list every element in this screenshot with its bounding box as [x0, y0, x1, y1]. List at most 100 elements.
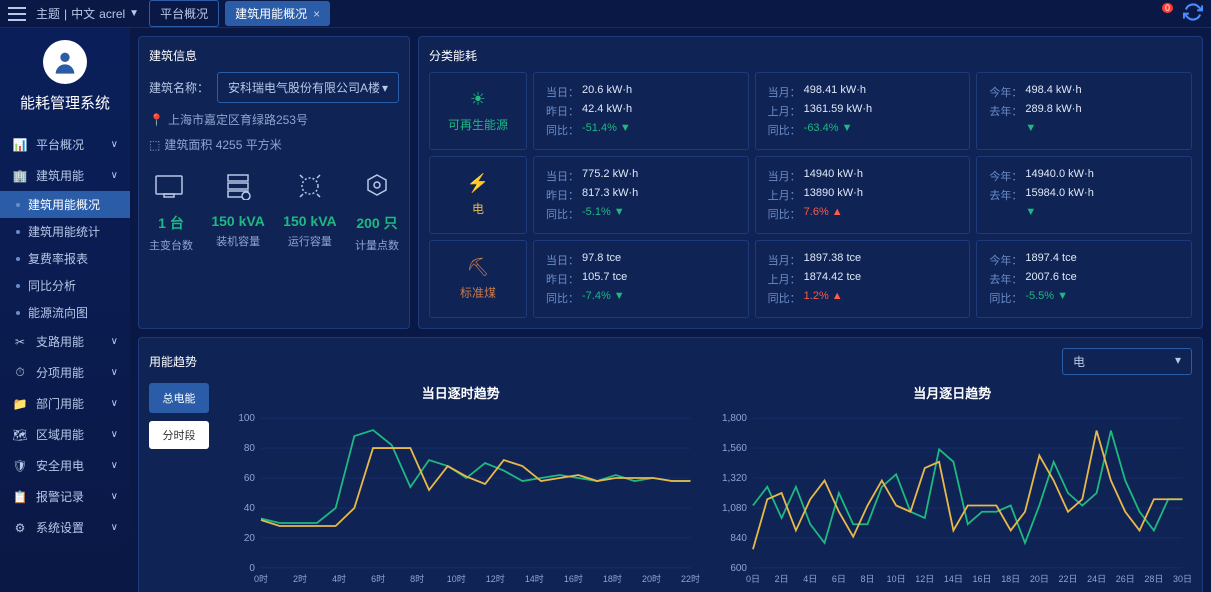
svg-text:6时: 6时: [371, 573, 385, 584]
svg-text:0日: 0日: [745, 574, 759, 584]
svg-text:40: 40: [244, 503, 256, 514]
svg-text:10日: 10日: [886, 574, 905, 584]
trend-title: 用能趋势: [149, 353, 197, 370]
nav-item-2[interactable]: ✂支路用能∨: [0, 326, 130, 357]
coal-icon: ⛏: [467, 257, 490, 278]
energy-card-2-0: 当日：97.8 tce 昨日：105.7 tce 同比：-7.4% ▼: [533, 240, 749, 318]
nav-sub-1-2[interactable]: 复费率报表: [0, 245, 130, 272]
nav-item-0[interactable]: 📊平台概况∨: [0, 129, 130, 160]
nav-item-8[interactable]: ⚙系统设置∨: [0, 512, 130, 543]
energy-card-1-2: 今年：14940.0 kW·h 去年：15984.0 kW·h ▼: [976, 156, 1192, 234]
stat-2: 150 kVA运行容量: [283, 169, 336, 253]
svg-text:12日: 12日: [915, 574, 934, 584]
svg-text:16日: 16日: [972, 574, 991, 584]
chevron-down-icon: ▾: [1175, 353, 1181, 370]
svg-text:1,560: 1,560: [722, 443, 747, 454]
svg-text:2时: 2时: [293, 573, 307, 584]
trend-btn-1[interactable]: 分时段: [149, 421, 209, 449]
nav-item-7[interactable]: 📋报警记录∨: [0, 481, 130, 512]
tab-building-energy[interactable]: 建筑用能概况×: [225, 1, 330, 26]
nav-icon: 📋: [12, 490, 28, 504]
chevron-icon: ∨: [111, 398, 118, 409]
nav-icon: 📁: [12, 397, 28, 411]
nav-item-6[interactable]: 🛡安全用电∨: [0, 450, 130, 481]
renewable-icon: ☀: [470, 89, 486, 110]
stat-3: 200 只计量点数: [355, 169, 399, 253]
nav-sub-1-0[interactable]: 建筑用能概况: [0, 191, 130, 218]
separator: |: [64, 7, 67, 21]
svg-text:10时: 10时: [447, 573, 466, 584]
left-chart-title: 当日逐时趋势: [221, 383, 701, 402]
refresh-icon[interactable]: [1183, 2, 1203, 25]
nav-item-1[interactable]: 🏢建筑用能∨: [0, 160, 130, 191]
stat-icon: [211, 169, 264, 203]
user-label[interactable]: acrel: [99, 7, 125, 21]
svg-text:0: 0: [249, 563, 255, 574]
building-address: 📍上海市嘉定区育绿路253号: [149, 111, 399, 128]
chevron-icon: ∨: [111, 367, 118, 378]
stat-icon: [355, 169, 399, 203]
tab-platform-overview[interactable]: 平台概况: [149, 0, 219, 27]
svg-text:80: 80: [244, 443, 256, 454]
svg-text:4日: 4日: [803, 574, 817, 584]
energy-card-2-2: 今年：1897.4 tce 去年：2007.6 tce 同比：-5.5% ▼: [976, 240, 1192, 318]
chevron-icon: ∨: [111, 139, 118, 150]
nav-icon: ⏱: [12, 365, 28, 380]
lang-label[interactable]: 中文: [71, 5, 95, 22]
user-caret-icon[interactable]: ▼: [129, 8, 139, 19]
electric-icon: ⚡: [467, 173, 489, 194]
energy-card-0-1: 当月：498.41 kW·h 上月：1361.59 kW·h 同比：-63.4%…: [755, 72, 971, 150]
energy-panel: 分类能耗 ☀可再生能源当日：20.6 kW·h 昨日：42.4 kW·h 同比：…: [418, 36, 1203, 329]
trend-panel: 用能趋势 电 ▾ 总电能分时段 当日逐时趋势 0204060801000时2时4…: [138, 337, 1203, 592]
nav-item-5[interactable]: 🗺区域用能∨: [0, 419, 130, 450]
building-select[interactable]: 安科瑞电气股份有限公司A楼 ▾: [217, 72, 399, 103]
energy-card-1-1: 当月：14940 kW·h 上月：13890 kW·h 同比：7.6% ▲: [755, 156, 971, 234]
pin-icon: 📍: [149, 113, 164, 127]
theme-label[interactable]: 主题: [36, 5, 60, 22]
svg-text:1,080: 1,080: [722, 503, 747, 514]
nav-sub-1-4[interactable]: 能源流向图: [0, 299, 130, 326]
trend-btn-0[interactable]: 总电能: [149, 383, 209, 413]
nav-icon: 🛡: [12, 459, 28, 473]
sidebar: 能耗管理系统 📊平台概况∨🏢建筑用能∨建筑用能概况建筑用能统计复费率报表同比分析…: [0, 28, 130, 592]
stat-icon: [149, 169, 193, 203]
avatar[interactable]: [43, 40, 87, 84]
energy-card-0-2: 今年：498.4 kW·h 去年：289.8 kW·h ▼: [976, 72, 1192, 150]
svg-text:60: 60: [244, 473, 256, 484]
energy-category-electric: ⚡电: [429, 156, 527, 234]
stat-1: 150 kVA装机容量: [211, 169, 264, 253]
svg-text:100: 100: [238, 413, 255, 424]
nav-sub-1-1[interactable]: 建筑用能统计: [0, 218, 130, 245]
app-title: 能耗管理系统: [0, 92, 130, 113]
nav-icon: 🗺: [12, 428, 28, 442]
trend-type-select[interactable]: 电 ▾: [1062, 348, 1192, 375]
svg-text:20: 20: [244, 533, 256, 544]
chevron-icon: ∨: [111, 491, 118, 502]
svg-text:1,320: 1,320: [722, 473, 747, 484]
svg-text:20时: 20时: [642, 573, 661, 584]
building-panel-title: 建筑信息: [149, 47, 399, 64]
chevron-icon: ∨: [111, 429, 118, 440]
menu-icon[interactable]: [8, 7, 26, 21]
building-name-label: 建筑名称：: [149, 79, 209, 96]
svg-text:22时: 22时: [681, 573, 700, 584]
nav-item-4[interactable]: 📁部门用能∨: [0, 388, 130, 419]
svg-text:18日: 18日: [1001, 574, 1020, 584]
tab-close-icon[interactable]: ×: [313, 7, 320, 21]
svg-text:2日: 2日: [774, 574, 788, 584]
svg-text:28日: 28日: [1144, 574, 1163, 584]
energy-category-renewable: ☀可再生能源: [429, 72, 527, 150]
stat-icon: [283, 169, 336, 203]
nav-sub-1-3[interactable]: 同比分析: [0, 272, 130, 299]
right-chart-title: 当月逐日趋势: [713, 383, 1193, 402]
energy-card-0-0: 当日：20.6 kW·h 昨日：42.4 kW·h 同比：-51.4% ▼: [533, 72, 749, 150]
svg-text:14时: 14时: [525, 573, 544, 584]
nav-item-3[interactable]: ⏱分项用能∨: [0, 357, 130, 388]
svg-text:600: 600: [730, 563, 747, 574]
svg-text:4时: 4时: [332, 573, 346, 584]
building-area: ⬚建筑面积 4255 平方米: [149, 136, 399, 153]
chevron-icon: ∨: [111, 522, 118, 533]
chevron-down-icon: ▾: [382, 81, 388, 95]
svg-text:20日: 20日: [1029, 574, 1048, 584]
svg-text:1,800: 1,800: [722, 413, 747, 424]
